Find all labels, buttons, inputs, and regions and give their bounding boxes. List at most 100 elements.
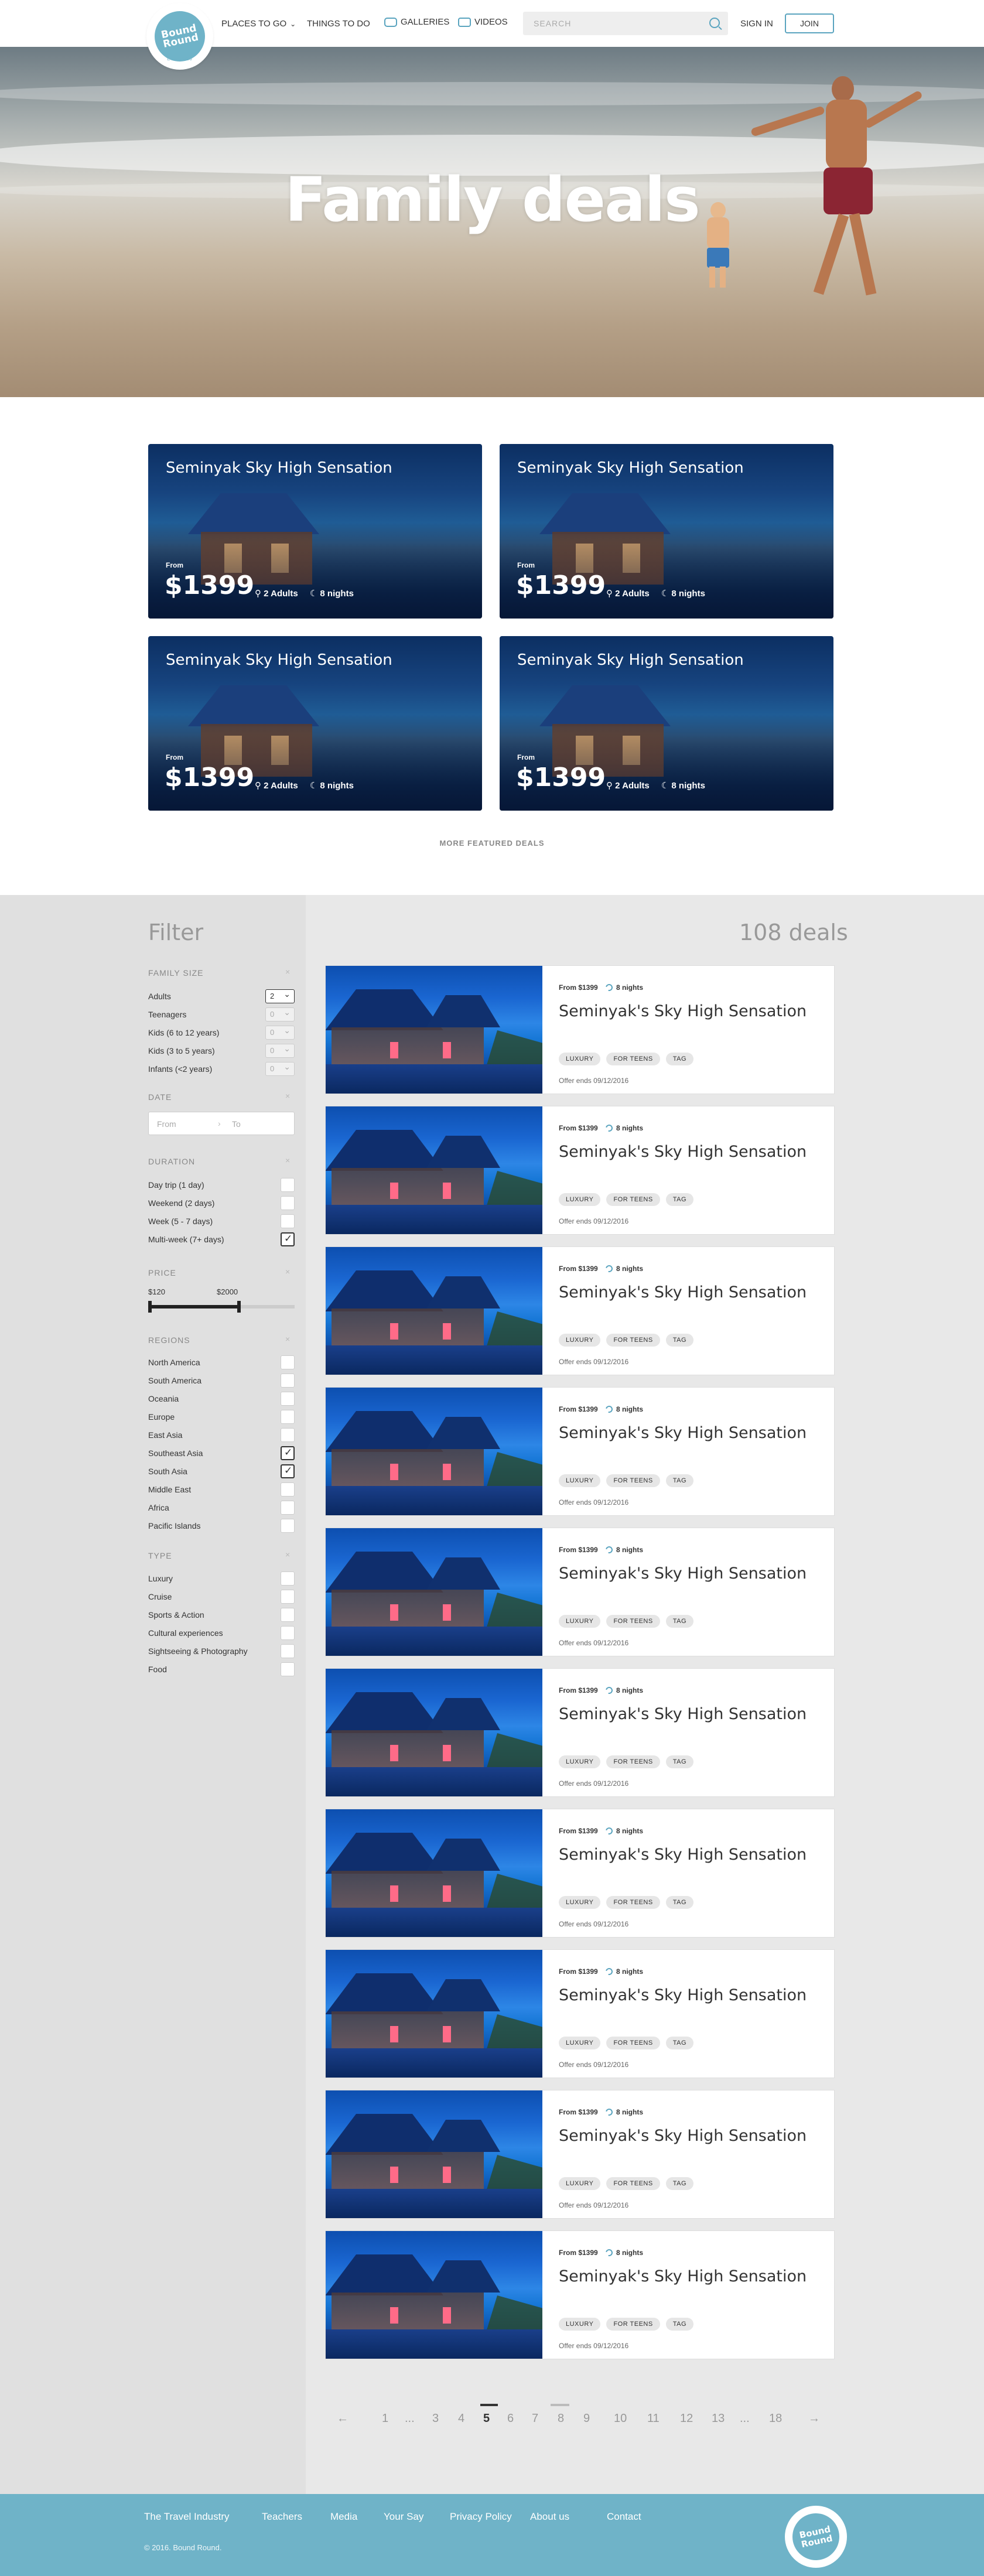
type-option[interactable]: Food [148,1662,295,1678]
deal-card[interactable]: From $1399 8 nights Seminyak's Sky High Se… [325,1387,835,1516]
deal-tag[interactable]: TAG [665,1474,693,1487]
deal-tag[interactable]: FOR TEENS [606,2177,660,2190]
deal-card[interactable]: From $1399 8 nights Seminyak's Sky High Se… [325,2230,835,2359]
deal-tag[interactable]: TAG [665,2318,693,2331]
deal-card[interactable]: From $1399 8 nights Seminyak's Sky High Se… [325,965,835,1094]
page-number[interactable]: 5 [483,2412,490,2425]
featured-deal-card[interactable]: Seminyak Sky High Sensation From $1399 ⚲ 2 … [148,444,482,619]
deal-title[interactable]: Seminyak's Sky High Sensation [559,1986,807,2004]
deal-tag[interactable]: TAG [665,1615,693,1628]
regions-option[interactable]: North America [148,1355,295,1371]
duration-checkbox[interactable] [281,1214,295,1228]
duration-option[interactable]: Weekend (2 days) [148,1196,295,1211]
clear-date-icon[interactable]: × [285,1091,290,1101]
deal-tag[interactable]: FOR TEENS [606,2318,660,2331]
page-number[interactable]: 4 [458,2412,464,2425]
deal-tag[interactable]: TAG [665,1896,693,1909]
logo[interactable]: Bound Round EST 2016 [146,3,213,70]
deal-tag[interactable]: TAG [665,1193,693,1206]
family-size-select[interactable]: 0 [265,1026,295,1040]
deal-title[interactable]: Seminyak's Sky High Sensation [559,1846,807,1864]
page-number[interactable]: 6 [507,2412,514,2425]
featured-deal-card[interactable]: Seminyak Sky High Sensation From $1399 ⚲ 2 … [500,444,833,619]
deal-tag[interactable]: LUXURY [559,1334,601,1347]
regions-option[interactable]: Europe [148,1410,295,1425]
deal-card[interactable]: From $1399 8 nights Seminyak's Sky High Se… [325,1246,835,1375]
date-from-field[interactable]: From [157,1119,176,1129]
deal-tag[interactable]: LUXURY [559,2037,601,2049]
family-size-select[interactable]: 0 [265,1044,295,1058]
footer-link[interactable]: Teachers [262,2511,302,2523]
type-option[interactable]: Sightseeing & Photography [148,1644,295,1659]
regions-option[interactable]: South Asia [148,1464,295,1480]
regions-option[interactable]: Africa [148,1501,295,1516]
nav-galleries[interactable]: GALLERIES [384,17,449,27]
regions-checkbox[interactable] [281,1446,295,1460]
regions-checkbox[interactable] [281,1519,295,1533]
deal-tag[interactable]: LUXURY [559,1896,601,1909]
deal-tag[interactable]: TAG [665,1053,693,1065]
regions-checkbox[interactable] [281,1410,295,1424]
deal-tag[interactable]: TAG [665,1755,693,1768]
page-number[interactable]: 1 [382,2412,388,2425]
type-checkbox[interactable] [281,1662,295,1676]
regions-option[interactable]: Oceania [148,1392,295,1407]
regions-option[interactable]: South America [148,1374,295,1389]
regions-checkbox[interactable] [281,1392,295,1406]
footer-logo[interactable]: Bound Round [785,2506,847,2568]
family-size-select[interactable]: 2 [265,989,295,1003]
regions-checkbox[interactable] [281,1428,295,1442]
deal-tag[interactable]: LUXURY [559,1053,601,1065]
deal-title[interactable]: Seminyak's Sky High Sensation [559,1002,807,1020]
price-slider[interactable] [148,1301,295,1313]
deal-card[interactable]: From $1399 8 nights Seminyak's Sky High Se… [325,1668,835,1797]
page-number[interactable]: 8 [558,2412,564,2425]
page-number[interactable]: 7 [532,2412,538,2425]
type-option[interactable]: Cultural experiences [148,1626,295,1641]
deal-tag[interactable]: FOR TEENS [606,1474,660,1487]
deal-title[interactable]: Seminyak's Sky High Sensation [559,1143,807,1161]
deal-tag[interactable]: FOR TEENS [606,1755,660,1768]
page-number[interactable]: 18 [769,2412,782,2425]
featured-deal-card[interactable]: Seminyak Sky High Sensation From $1399 ⚲ 2 … [148,636,482,811]
type-option[interactable]: Sports & Action [148,1608,295,1623]
regions-option[interactable]: Southeast Asia [148,1446,295,1461]
search-input[interactable]: SEARCH [523,12,728,35]
page-number[interactable]: 3 [432,2412,439,2425]
deal-tag[interactable]: LUXURY [559,2177,601,2190]
page-number[interactable]: 11 [647,2412,660,2425]
deal-tag[interactable]: FOR TEENS [606,1896,660,1909]
deal-title[interactable]: Seminyak's Sky High Sensation [559,2267,807,2285]
deal-tag[interactable]: LUXURY [559,1474,601,1487]
footer-link[interactable]: About us [530,2511,569,2523]
nav-things-to-do[interactable]: THINGS TO DO [307,19,370,29]
clear-regions-icon[interactable]: × [285,1334,290,1344]
deal-title[interactable]: Seminyak's Sky High Sensation [559,1564,807,1583]
duration-option[interactable]: Day trip (1 day) [148,1178,295,1193]
deal-title[interactable]: Seminyak's Sky High Sensation [559,1283,807,1301]
regions-checkbox[interactable] [281,1374,295,1388]
deal-title[interactable]: Seminyak's Sky High Sensation [559,1424,807,1442]
deal-title[interactable]: Seminyak's Sky High Sensation [559,2127,807,2145]
price-slider-max-handle[interactable] [237,1301,241,1313]
family-size-select[interactable]: 0 [265,1007,295,1021]
deal-tag[interactable]: FOR TEENS [606,1615,660,1628]
date-range-input[interactable]: From › To [148,1112,295,1135]
deal-card[interactable]: From $1399 8 nights Seminyak's Sky High Se… [325,2090,835,2219]
deal-tag[interactable]: LUXURY [559,1755,601,1768]
deal-card[interactable]: From $1399 8 nights Seminyak's Sky High Se… [325,1106,835,1235]
featured-deal-card[interactable]: Seminyak Sky High Sensation From $1399 ⚲ 2 … [500,636,833,811]
deal-tag[interactable]: TAG [665,1334,693,1347]
join-button[interactable]: JOIN [785,13,834,33]
deal-title[interactable]: Seminyak's Sky High Sensation [559,1705,807,1723]
deal-tag[interactable]: FOR TEENS [606,1334,660,1347]
nav-places-to-go[interactable]: PLACES TO GO ⌄ [221,19,296,29]
regions-option[interactable]: East Asia [148,1428,295,1443]
price-slider-min-handle[interactable] [148,1301,152,1313]
type-checkbox[interactable] [281,1626,295,1640]
sign-in-link[interactable]: SIGN IN [740,19,773,29]
type-checkbox[interactable] [281,1571,295,1586]
search-icon[interactable] [709,18,720,28]
type-checkbox[interactable] [281,1644,295,1658]
duration-option[interactable]: Multi-week (7+ days) [148,1232,295,1248]
